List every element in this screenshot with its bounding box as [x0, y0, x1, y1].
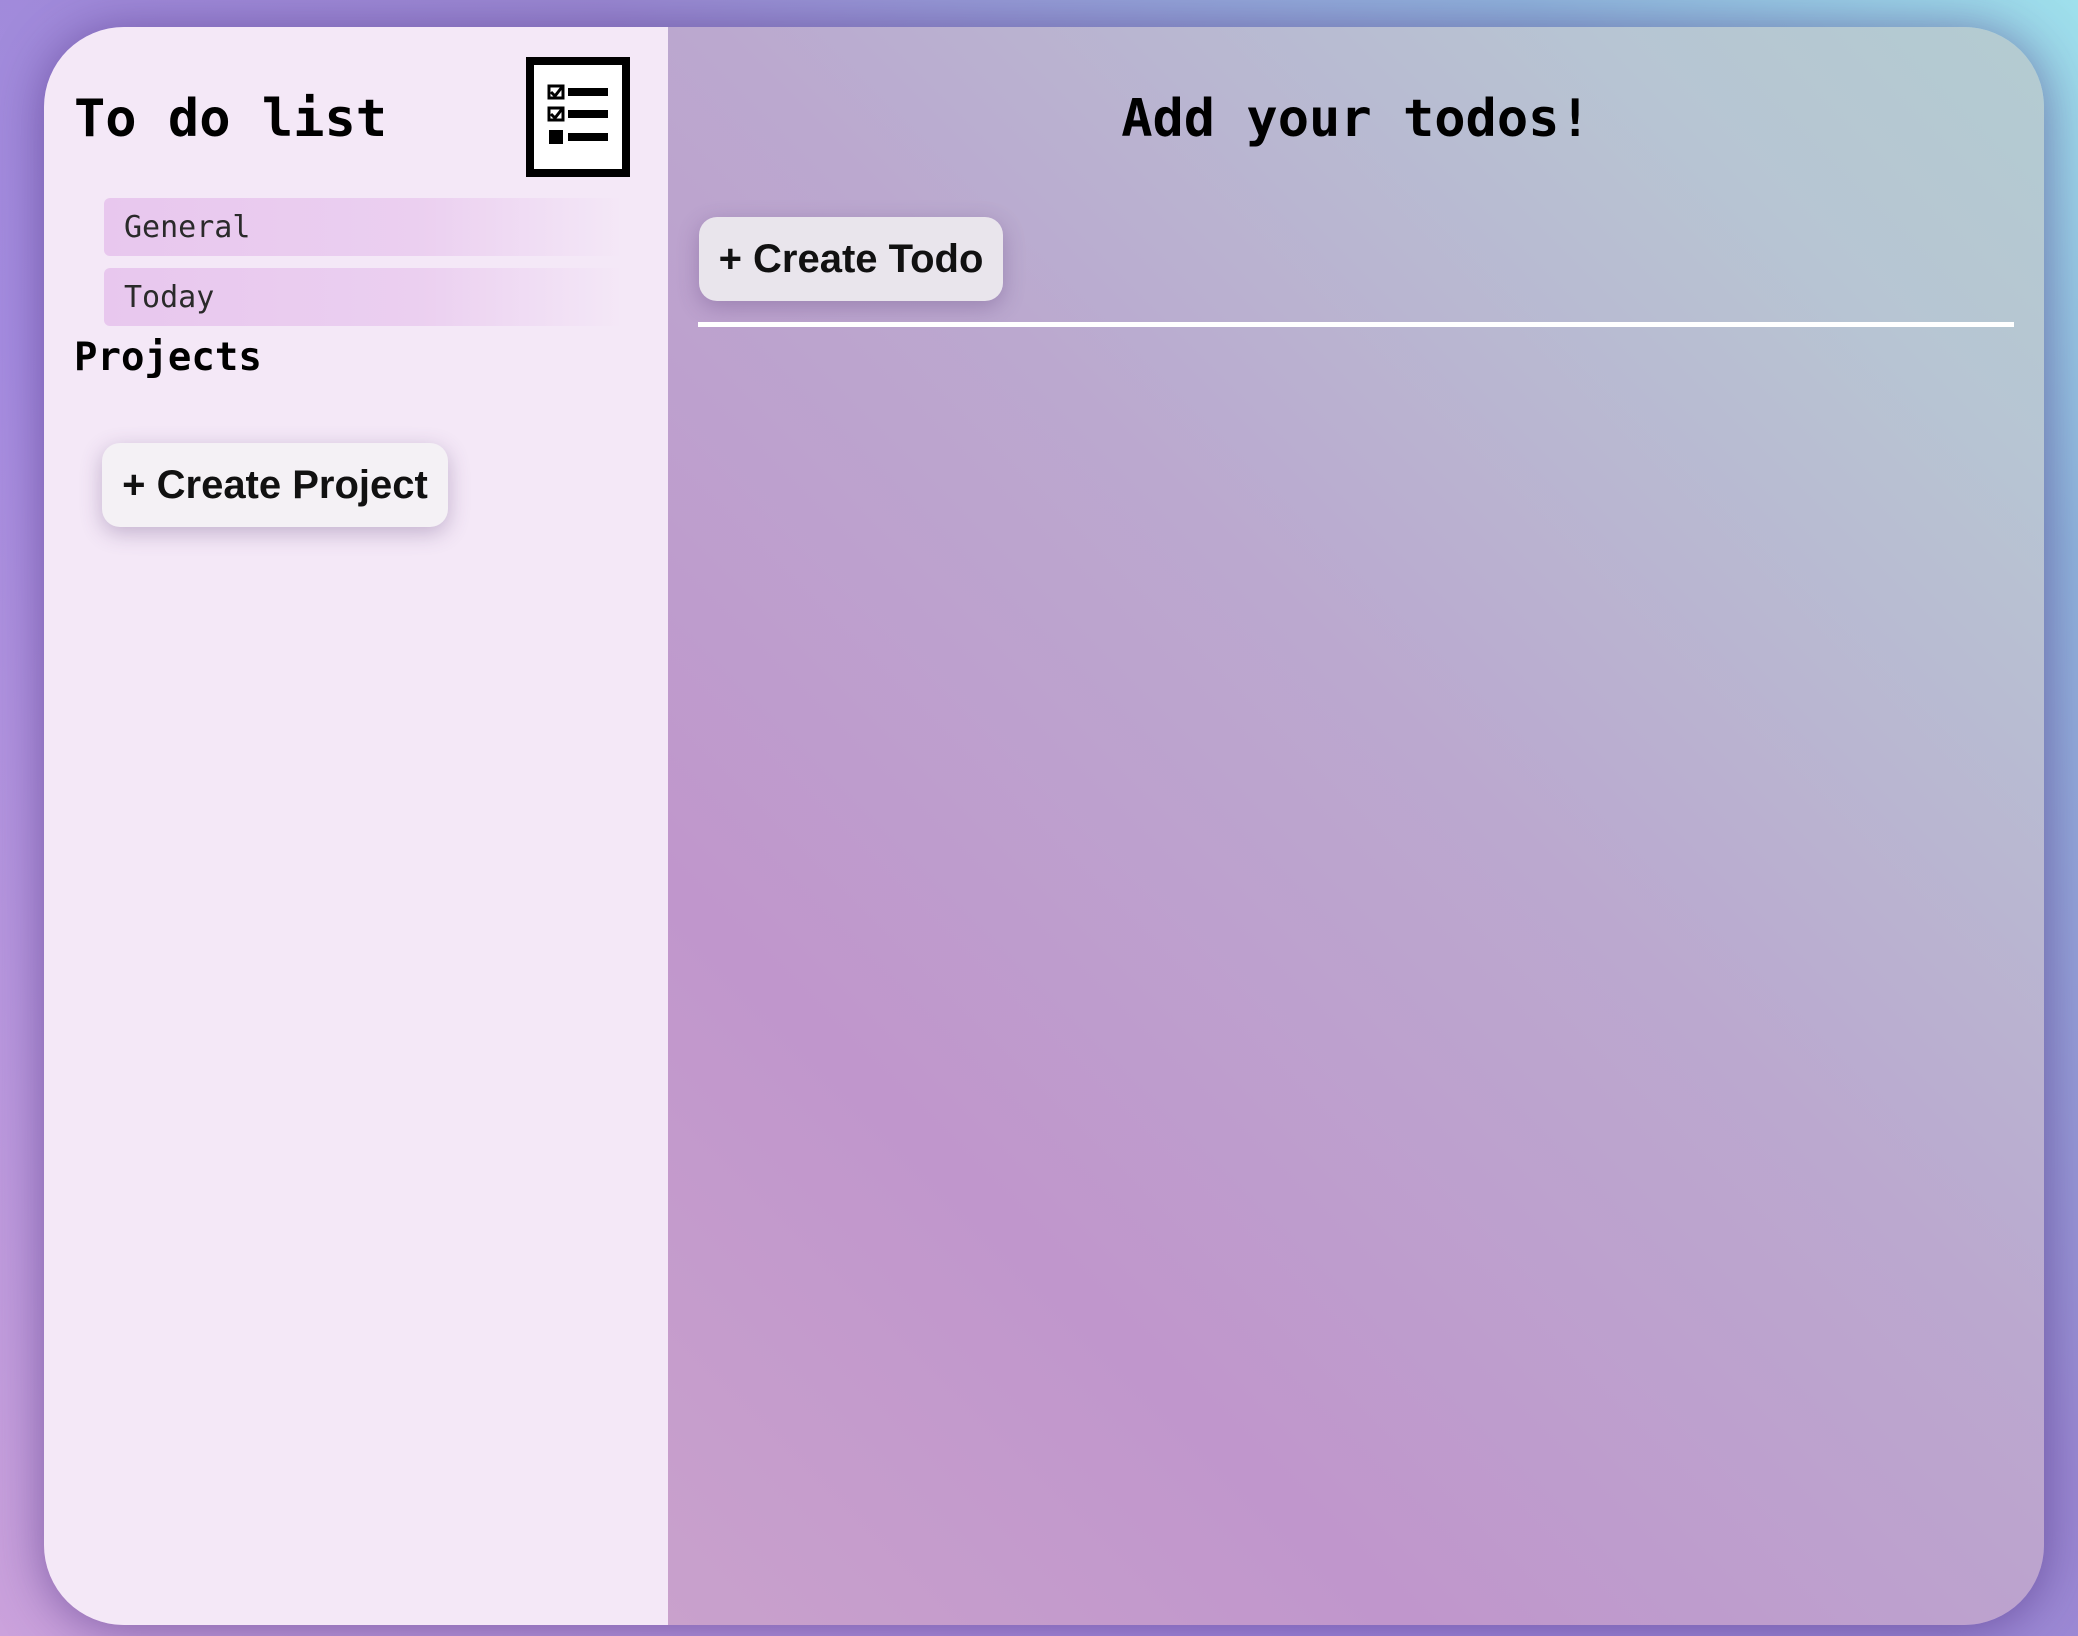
app-title: To do list: [74, 89, 388, 149]
create-todo-button[interactable]: + Create Todo: [699, 217, 1003, 301]
main-title: Add your todos!: [1121, 89, 1591, 149]
create-project-button[interactable]: + Create Project: [102, 443, 448, 527]
projects-heading: Projects: [74, 335, 262, 380]
nav-item-today[interactable]: Today: [104, 268, 624, 326]
sidebar: To do list General Today Projects + Crea…: [44, 27, 668, 1625]
divider: [698, 322, 2014, 327]
nav-item-general[interactable]: General: [104, 198, 624, 256]
checklist-icon: [526, 57, 630, 177]
app-window: To do list General Today Projects + Crea…: [44, 27, 2044, 1625]
main-panel: Add your todos! + Create Todo: [668, 27, 2044, 1625]
